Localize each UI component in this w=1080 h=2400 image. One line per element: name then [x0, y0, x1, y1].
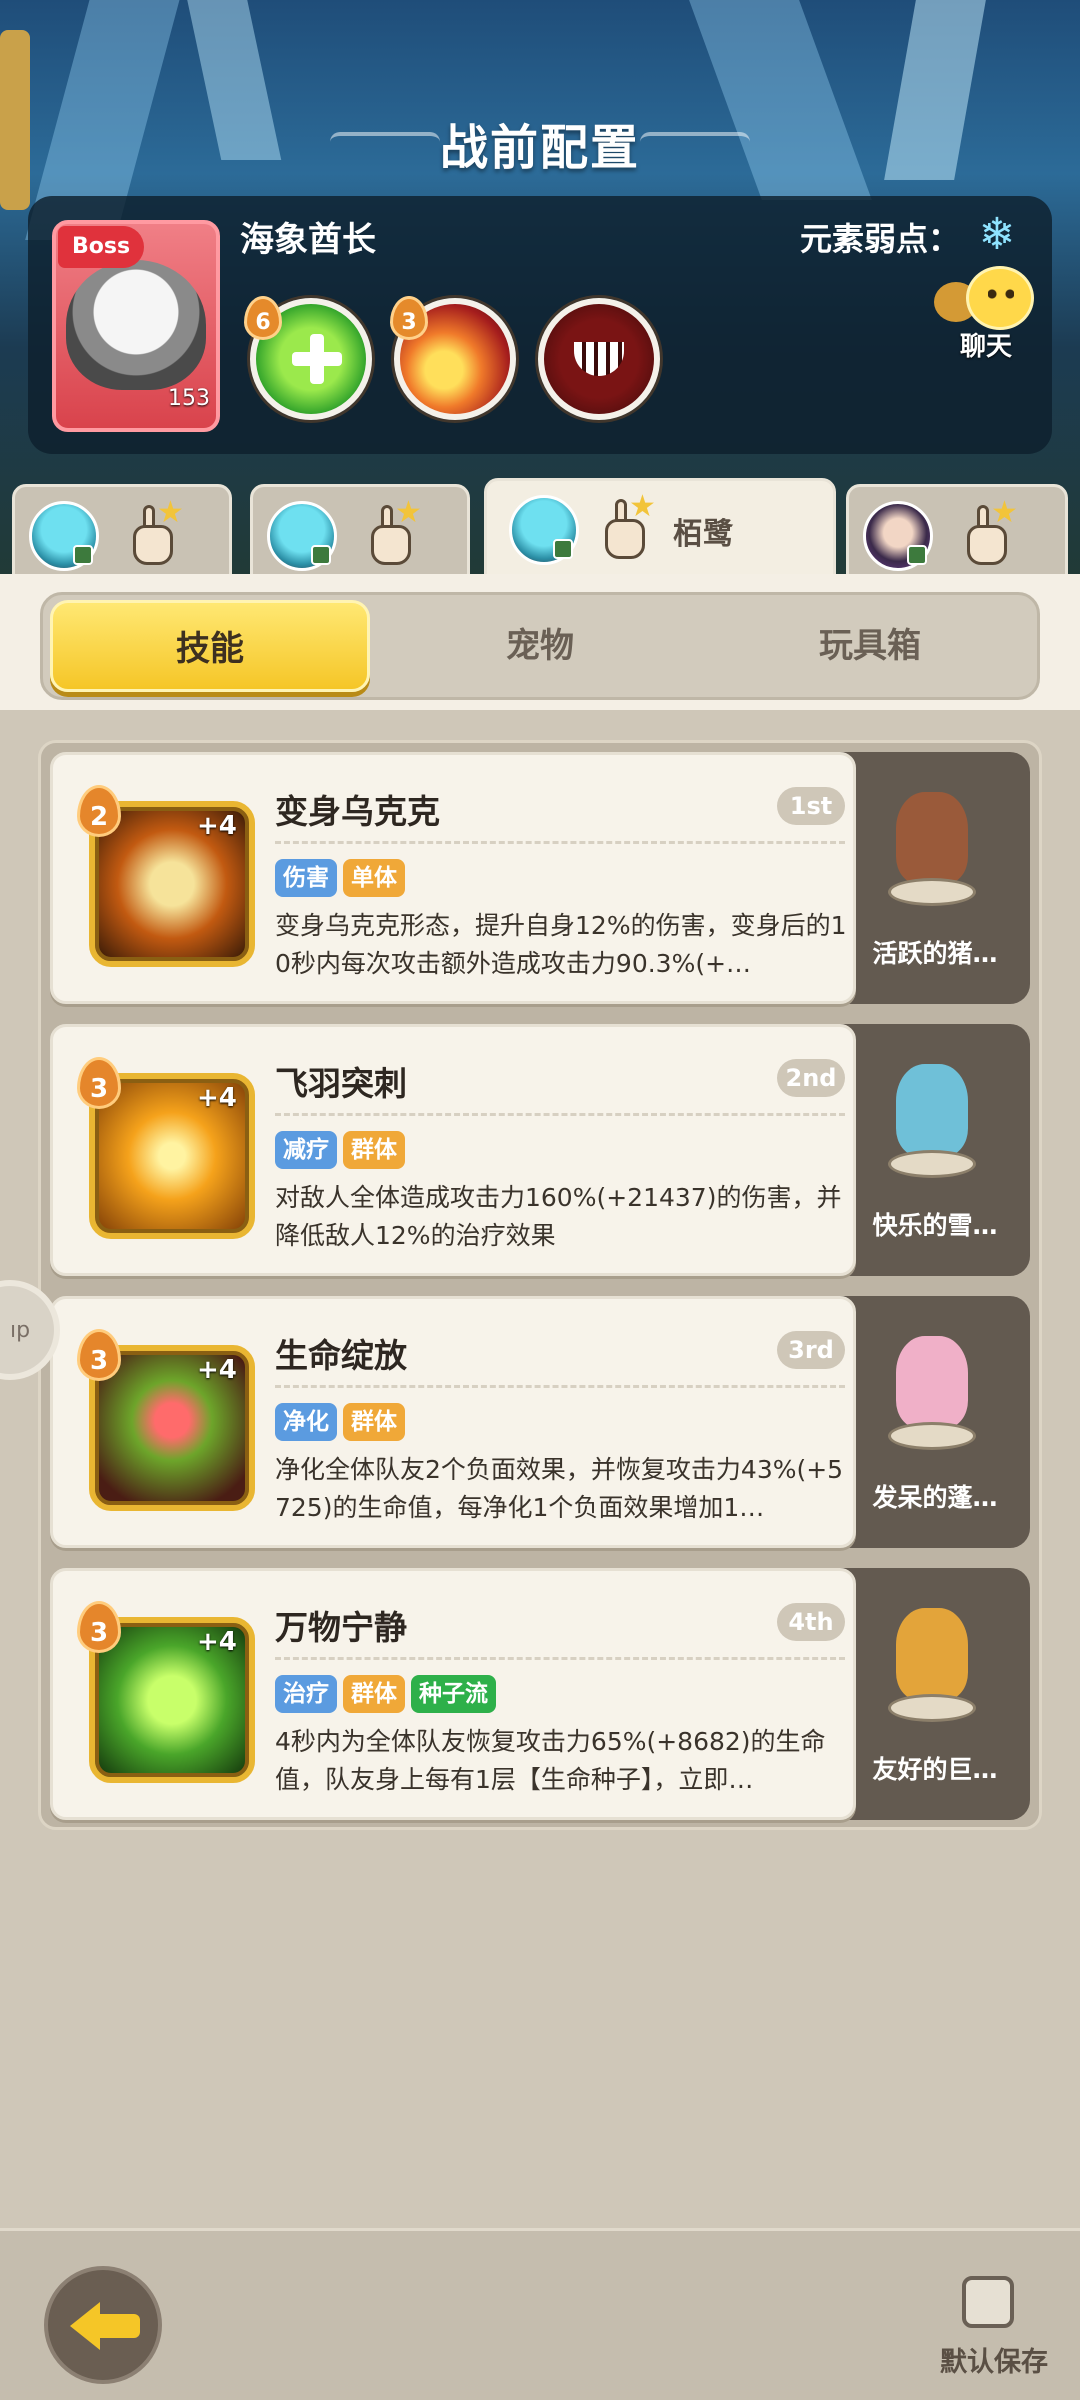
pet-figure	[882, 782, 982, 912]
element-weakness-label: 元素弱点：	[800, 220, 961, 258]
team-tab-3[interactable]: ★ 栢鹭	[484, 478, 836, 578]
skill-tag: 减疗	[275, 1131, 337, 1169]
skill-level-bonus: +4	[197, 1355, 237, 1385]
skill-tag: 群体	[343, 1131, 405, 1169]
bottom-bar	[0, 2228, 1080, 2400]
pet-name: 友好的巨…	[872, 1755, 998, 1784]
skill-cost: 3	[77, 1057, 121, 1109]
default-save-checkbox[interactable]	[962, 2276, 1014, 2328]
boss-skill-cost: 3	[390, 296, 428, 340]
skill-level-bonus: +4	[197, 811, 237, 841]
skill-order-badge: 2nd	[777, 1059, 845, 1097]
skill-title: 生命绽放	[275, 1336, 407, 1375]
skill-description: 对敌人全体造成攻击力160%(+21437)的伤害，并降低敌人12%的治疗效果	[275, 1183, 842, 1250]
default-save-label: 默认保存	[940, 2347, 1048, 2378]
skill-cost: 2	[77, 785, 121, 837]
skill-level-bonus: +4	[197, 1627, 237, 1657]
skill-cost: 3	[77, 1329, 121, 1381]
skill-order-badge: 1st	[777, 787, 845, 825]
skill-card-1[interactable]: 2 +4 变身乌克克 1st 伤害 单体 变身乌克克形态，提升自身12%的伤害，…	[50, 752, 856, 1004]
skill-card-3[interactable]: 3 +4 生命绽放 3rd 净化 群体 净化全体队友2个负面效果，并恢复攻击力4…	[50, 1296, 856, 1548]
tab-pets[interactable]: 宠物	[380, 600, 700, 692]
snowflake-icon: ❄	[978, 209, 1016, 260]
skill-description: 变身乌克克形态，提升自身12%的伤害，变身后的10秒内每次攻击额外造成攻击力90…	[275, 911, 847, 978]
skill-tag: 群体	[343, 1403, 405, 1441]
skill-tag: 单体	[343, 859, 405, 897]
boss-skill-bite-icon[interactable]	[538, 298, 660, 420]
skill-level-bonus: +4	[197, 1083, 237, 1113]
skill-tag: 治疗	[275, 1675, 337, 1713]
chat-label: 聊天	[959, 332, 1012, 362]
back-button[interactable]	[44, 2266, 162, 2384]
pet-figure	[882, 1326, 982, 1456]
pointing-hand-icon: ★	[959, 495, 1018, 567]
skill-order-badge: 4th	[777, 1603, 845, 1641]
skill-order-badge: 3rd	[777, 1331, 845, 1369]
boss-tag: Boss	[58, 226, 144, 268]
pointing-hand-icon: ★	[125, 495, 184, 567]
pet-slot-3[interactable]: 发呆的蓬…	[840, 1296, 1030, 1548]
team-tab-1[interactable]: ★	[12, 484, 232, 584]
team-tab-name: 栢鹭	[673, 517, 733, 552]
boss-level: 153	[168, 386, 210, 411]
skill-card-2[interactable]: 3 +4 飞羽突刺 2nd 减疗 群体 对敌人全体造成攻击力160%(+2143…	[50, 1024, 856, 1276]
skill-card-4[interactable]: 3 +4 万物宁静 4th 治疗 群体 种子流 4秒内为全体队友恢复攻击力65%…	[50, 1568, 856, 1820]
skill-title: 变身乌克克	[275, 792, 440, 831]
skill-cost: 3	[77, 1601, 121, 1653]
pet-name: 发呆的蓬…	[872, 1483, 998, 1512]
chat-button[interactable]: 聊天	[930, 262, 1042, 362]
skill-description: 4秒内为全体队友恢复攻击力65%(+8682)的生命值，队友身上每有1层【生命种…	[275, 1727, 826, 1794]
skill-tag: 种子流	[411, 1675, 496, 1713]
boss-name: 海象酋长	[240, 220, 376, 260]
team-tab-2[interactable]: ★	[250, 484, 470, 584]
floating-assist-label: ıp	[10, 1318, 31, 1343]
skill-tag: 群体	[343, 1675, 405, 1713]
boss-skill-cost: 6	[244, 296, 282, 340]
pet-name: 快乐的雪…	[872, 1211, 998, 1240]
pet-figure	[882, 1598, 982, 1728]
pointing-hand-icon: ★	[363, 495, 422, 567]
pet-name: 活跃的猪…	[872, 939, 998, 968]
team-tab-4[interactable]: ★	[846, 484, 1068, 584]
page-title: 战前配置	[439, 120, 640, 176]
pet-slot-1[interactable]: 活跃的猪…	[840, 752, 1030, 1004]
pointing-hand-icon: ★	[597, 489, 656, 561]
pet-slot-4[interactable]: 友好的巨…	[840, 1568, 1030, 1820]
skill-title: 万物宁静	[275, 1608, 407, 1647]
tab-toybox[interactable]: 玩具箱	[710, 600, 1030, 692]
skill-title: 飞羽突刺	[275, 1064, 407, 1103]
skill-description: 净化全体队友2个负面效果，并恢复攻击力43%(+5725)的生命值，每净化1个负…	[275, 1455, 844, 1522]
pet-figure	[882, 1054, 982, 1184]
tab-skills[interactable]: 技能	[50, 600, 370, 692]
skill-tag: 净化	[275, 1403, 337, 1441]
skill-tag: 伤害	[275, 859, 337, 897]
pet-slot-2[interactable]: 快乐的雪…	[840, 1024, 1030, 1276]
